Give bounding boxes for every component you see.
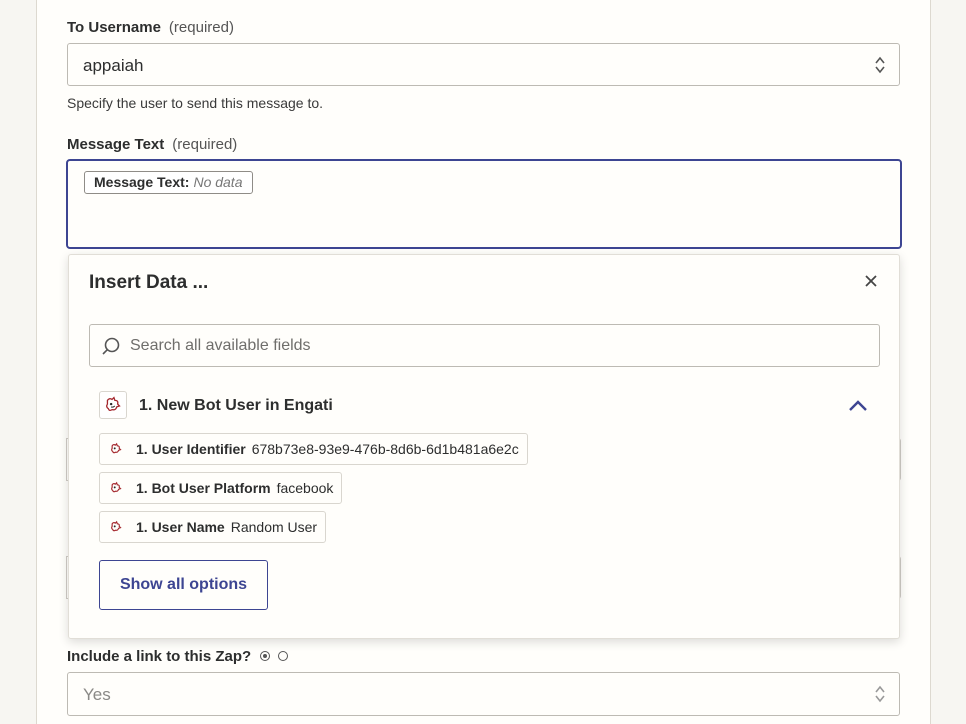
data-option[interactable]: 1. User Name Random User bbox=[99, 511, 327, 543]
option-value: facebook bbox=[276, 480, 334, 496]
required-tag: (required) bbox=[168, 19, 234, 36]
chevron-up-icon[interactable] bbox=[847, 399, 869, 413]
message-text-label-text: Message Text bbox=[67, 136, 165, 153]
option-value: Random User bbox=[230, 519, 318, 535]
show-all-options-button[interactable]: Show all options bbox=[99, 560, 268, 610]
search-input[interactable] bbox=[130, 337, 850, 355]
to-username-label-text: To Username bbox=[67, 19, 161, 36]
data-option[interactable]: 1. User Identifier 678b73e8-93e9-476b-8d6… bbox=[99, 433, 528, 465]
option-label: 1. User Name bbox=[136, 519, 225, 535]
engati-logo-icon bbox=[111, 520, 122, 532]
include-link-row: Include a link to this Zap? bbox=[67, 648, 288, 665]
up-down-chevron-icon bbox=[875, 56, 885, 74]
to-username-select[interactable]: appaiah bbox=[67, 43, 900, 86]
required-tag: (required) bbox=[172, 136, 238, 153]
search-icon bbox=[102, 337, 120, 355]
close-icon[interactable] bbox=[863, 273, 879, 289]
up-down-chevron-icon bbox=[875, 685, 885, 703]
app-group-header[interactable]: 1. New Bot User in Engati bbox=[99, 389, 869, 421]
message-text-field[interactable]: Message Text: No data bbox=[66, 159, 902, 249]
to-username-help: Specify the user to send this message to… bbox=[67, 95, 324, 111]
engati-app-icon bbox=[99, 391, 127, 419]
pill-value: No data bbox=[193, 174, 243, 190]
data-option[interactable]: 1. Bot User Platform facebook bbox=[99, 472, 343, 504]
include-link-label: Include a link to this Zap? bbox=[67, 648, 252, 665]
include-link-value: Yes bbox=[83, 685, 111, 704]
message-text-pill[interactable]: Message Text: No data bbox=[84, 171, 253, 194]
popover-title: Insert Data ... bbox=[89, 272, 209, 293]
insert-data-popover: Insert Data ... 1. New Bot User in Engat… bbox=[68, 254, 900, 639]
message-text-label: Message Text (required) bbox=[67, 136, 237, 153]
include-link-select[interactable]: Yes bbox=[67, 672, 900, 716]
option-value: 678b73e8-93e9-476b-8d6b-6d1b481a6e2c bbox=[251, 441, 519, 457]
pill-label: Message Text: bbox=[94, 174, 190, 190]
engati-logo-icon bbox=[106, 396, 121, 412]
to-username-value: appaiah bbox=[83, 56, 144, 75]
to-username-label: To Username (required) bbox=[67, 19, 234, 36]
option-label: 1. User Identifier bbox=[136, 441, 246, 457]
engati-logo-icon bbox=[111, 481, 122, 493]
engati-logo-icon bbox=[111, 442, 122, 454]
option-label: 1. Bot User Platform bbox=[136, 480, 271, 496]
app-group-title: 1. New Bot User in Engati bbox=[139, 397, 333, 414]
radio-unselected[interactable] bbox=[277, 651, 288, 661]
radio-selected[interactable] bbox=[260, 651, 271, 661]
search-box bbox=[89, 324, 880, 367]
